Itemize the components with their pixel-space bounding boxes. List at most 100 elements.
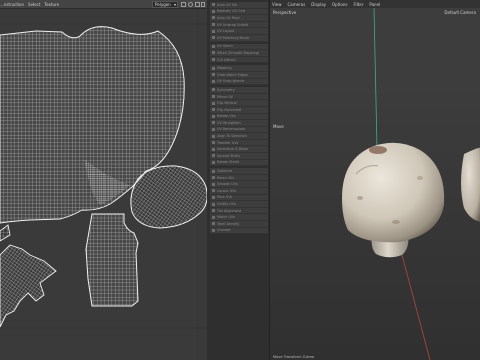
uv-menu-construction[interactable]: ...nstruction — [0, 2, 24, 7]
tool-label: Spread Shells — [217, 153, 241, 158]
tool-list-item[interactable]: Stitch (Smooth Mapping) — [210, 50, 268, 57]
tool-label: Gridify UVs — [217, 202, 236, 207]
tool-list-item[interactable]: Optimize — [210, 168, 268, 175]
tool-list-item[interactable]: Grab Match Edges — [210, 71, 268, 79]
tool-group: UV Stitch Stitch (Smooth Mapping) Cut (Mov… — [210, 43, 268, 64]
square-select-icon[interactable] — [181, 2, 186, 7]
tool-list-item[interactable]: Match UVs — [210, 214, 268, 221]
uv-menu-texture[interactable]: Texture — [44, 2, 59, 7]
circle-select-icon[interactable] — [188, 2, 193, 7]
tool-list-item[interactable]: Rotate Shells — [210, 159, 268, 167]
tool-icon — [212, 147, 215, 151]
tool-icon — [212, 29, 215, 33]
tool-label: Transfer UVs — [217, 140, 239, 145]
tool-icon — [212, 160, 215, 164]
tool-list-item[interactable]: Smooth UVs — [210, 181, 268, 189]
menu-panel[interactable]: Panel — [369, 2, 380, 7]
tool-icon — [212, 66, 215, 70]
tool-list-item[interactable]: Mapping — [210, 65, 268, 72]
tool-list-item[interactable]: Texel Density — [210, 221, 268, 228]
tool-list-item[interactable]: Flip Vertical — [210, 100, 268, 107]
tool-label: Symmetry — [217, 87, 235, 92]
viewport-3d[interactable]: View Cameras Display Options Filter Pane… — [269, 0, 480, 360]
tool-label: Rotate UVs — [217, 114, 236, 119]
tool-label: UV Layout — [217, 29, 235, 34]
tool-list-item[interactable]: Checker — [210, 227, 268, 235]
tool-list-item[interactable]: UV Unwrap Unfold — [210, 21, 268, 29]
tool-list-item[interactable]: Auto UV Sel — [210, 2, 268, 9]
tool-list-item[interactable]: Tile Alignment — [210, 207, 268, 215]
tool-label: Checker — [217, 228, 231, 233]
tool-list-item[interactable]: Pack UVs — [210, 194, 268, 202]
tool-icon — [212, 51, 215, 55]
tool-list-item[interactable]: Normalize & Relax — [210, 146, 268, 154]
selection-mode-value: Polygon — [155, 2, 171, 7]
tool-list-item[interactable]: Transfer UVs — [210, 139, 268, 147]
tool-list-item[interactable]: Spread Shells — [210, 153, 268, 160]
tool-label: UV Unwrap Unfold — [217, 22, 248, 27]
tool-icon — [212, 44, 215, 48]
tool-icon — [212, 182, 215, 186]
tool-list-item[interactable]: UV Matching Brush — [210, 34, 268, 42]
tool-group: Auto UV Sel Realistic UV Grid Auto UV Pack… — [210, 2, 268, 42]
tool-list-item[interactable]: Flip Horizontal — [210, 106, 268, 114]
tool-icon — [212, 121, 215, 125]
camera-label[interactable]: Default Camera — [444, 10, 476, 15]
tool-label: Flip Vertical — [217, 101, 237, 106]
chevron-down-icon: ▾ — [173, 2, 176, 7]
tool-label: UV Matching Brush — [217, 35, 250, 40]
viewport-render[interactable] — [270, 8, 480, 360]
tool-icon — [212, 195, 215, 199]
menu-view[interactable]: View — [272, 2, 282, 7]
tool-icon — [212, 215, 215, 219]
tool-list-item[interactable]: Auto UV Pack — [210, 15, 268, 22]
tool-icon — [212, 73, 215, 77]
grid-toggle-icon[interactable] — [195, 2, 200, 7]
tool-list-item[interactable]: UV Snap Islands — [210, 78, 268, 86]
tool-icon — [212, 79, 215, 83]
uv-menu-select[interactable]: Select — [28, 2, 40, 7]
tool-label: Auto UV Pack — [217, 15, 240, 20]
tool-icon — [212, 222, 215, 226]
tool-list-item[interactable]: Mirror UV — [210, 93, 268, 101]
tool-label: Grab Match Edges — [217, 72, 249, 77]
tool-label: Auto UV Sel — [217, 2, 238, 7]
tool-list-item[interactable]: Realistic UV Grid — [210, 8, 268, 16]
tool-label: UV Snap Islands — [217, 79, 245, 84]
tool-list-item[interactable]: UV Rectangulate — [210, 126, 268, 134]
tool-list-item[interactable]: Align To Selection — [210, 133, 268, 140]
tool-label: Texel Density — [217, 221, 240, 226]
tool-icon — [212, 141, 215, 145]
tool-icon — [212, 169, 215, 173]
more-options-icon[interactable] — [201, 2, 205, 7]
tool-list-item[interactable]: Symmetry — [210, 87, 268, 94]
tool-group: Symmetry Mirror UV Flip Vertical Flip Horiz… — [210, 87, 268, 167]
menu-options[interactable]: Options — [332, 2, 347, 7]
tool-label: Rotate Shells — [217, 160, 240, 165]
tool-label: Tile Alignment — [217, 208, 242, 213]
menu-cameras[interactable]: Cameras — [288, 2, 306, 7]
tool-group: Mapping Grab Match Edges UV Snap Islands — [210, 65, 268, 86]
uv-canvas[interactable] — [0, 9, 207, 360]
tool-list-item[interactable]: UV Stitch — [210, 43, 268, 51]
tool-list-item[interactable]: Rotate UVs — [210, 113, 268, 121]
selection-mode-dropdown[interactable]: Polygon ▾ — [152, 1, 178, 8]
tool-list-item[interactable]: Gridify UVs — [210, 201, 268, 208]
menu-filter[interactable]: Filter — [353, 2, 363, 7]
tool-group: Optimize Relax UVs Smooth UVs Layout UVs Pac… — [210, 168, 268, 235]
tool-label: Layout UVs — [217, 188, 237, 193]
tool-icon — [212, 36, 215, 40]
tool-label: Mapping — [217, 66, 232, 71]
tool-icon — [212, 228, 215, 232]
tool-icon — [212, 127, 215, 131]
tool-icon — [212, 58, 215, 62]
tool-icon — [212, 16, 215, 20]
menu-display[interactable]: Display — [311, 2, 326, 7]
tool-list-item[interactable]: Cut (Move) — [210, 56, 268, 64]
tool-list-item[interactable]: UV Layout — [210, 28, 268, 35]
tool-list-item[interactable]: Relax UVs — [210, 174, 268, 182]
tool-list-item[interactable]: UV Straighten — [210, 120, 268, 127]
tool-icon — [212, 176, 215, 180]
tool-list-item[interactable]: Layout UVs — [210, 188, 268, 195]
tool-label: UV Straighten — [217, 120, 241, 125]
